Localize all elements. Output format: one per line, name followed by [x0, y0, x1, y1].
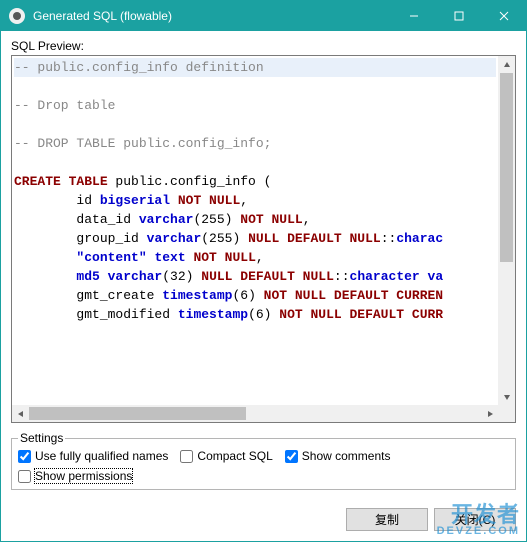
minimize-button[interactable]	[391, 1, 436, 31]
use-fqn-label: Use fully qualified names	[35, 449, 168, 463]
sql-preview-box: -- public.config_info definition -- Drop…	[11, 55, 516, 423]
horizontal-scrollbar[interactable]	[12, 405, 498, 422]
compact-sql-checkbox[interactable]: Compact SQL	[180, 449, 272, 463]
window-controls	[391, 1, 526, 31]
vertical-scroll-track[interactable]	[498, 73, 515, 388]
settings-group: Settings Use fully qualified names Compa…	[11, 431, 516, 490]
show-comments-checkbox[interactable]: Show comments	[285, 449, 391, 463]
scroll-corner	[498, 405, 515, 422]
show-permissions-input[interactable]	[18, 470, 31, 483]
window-titlebar: Generated SQL (flowable)	[1, 1, 526, 31]
use-fqn-input[interactable]	[18, 450, 31, 463]
close-button[interactable]	[481, 1, 526, 31]
maximize-button[interactable]	[436, 1, 481, 31]
vertical-scroll-thumb[interactable]	[500, 73, 513, 262]
settings-legend: Settings	[18, 431, 65, 445]
vertical-scrollbar[interactable]	[498, 56, 515, 405]
show-comments-label: Show comments	[302, 449, 391, 463]
scroll-up-button[interactable]	[498, 56, 515, 73]
copy-button[interactable]: 复制	[346, 508, 428, 531]
app-icon	[9, 8, 25, 24]
content-area: SQL Preview: -- public.config_info defin…	[1, 31, 526, 500]
compact-sql-input[interactable]	[180, 450, 193, 463]
button-bar: 复制 关闭(C) 开发者 DEVZE.COM	[1, 500, 526, 541]
sql-text-area[interactable]: -- public.config_info definition -- Drop…	[12, 56, 498, 405]
scroll-right-button[interactable]	[481, 405, 498, 422]
horizontal-scroll-thumb[interactable]	[29, 407, 246, 420]
show-permissions-checkbox[interactable]: Show permissions	[18, 469, 132, 483]
compact-sql-label: Compact SQL	[197, 449, 272, 463]
window-title: Generated SQL (flowable)	[33, 9, 391, 23]
horizontal-scroll-track[interactable]	[29, 405, 481, 422]
use-fqn-checkbox[interactable]: Use fully qualified names	[18, 449, 168, 463]
scroll-left-button[interactable]	[12, 405, 29, 422]
show-comments-input[interactable]	[285, 450, 298, 463]
show-permissions-label: Show permissions	[35, 469, 132, 483]
sql-preview-label: SQL Preview:	[11, 39, 516, 53]
scroll-down-button[interactable]	[498, 388, 515, 405]
close-dialog-button[interactable]: 关闭(C)	[434, 508, 516, 531]
